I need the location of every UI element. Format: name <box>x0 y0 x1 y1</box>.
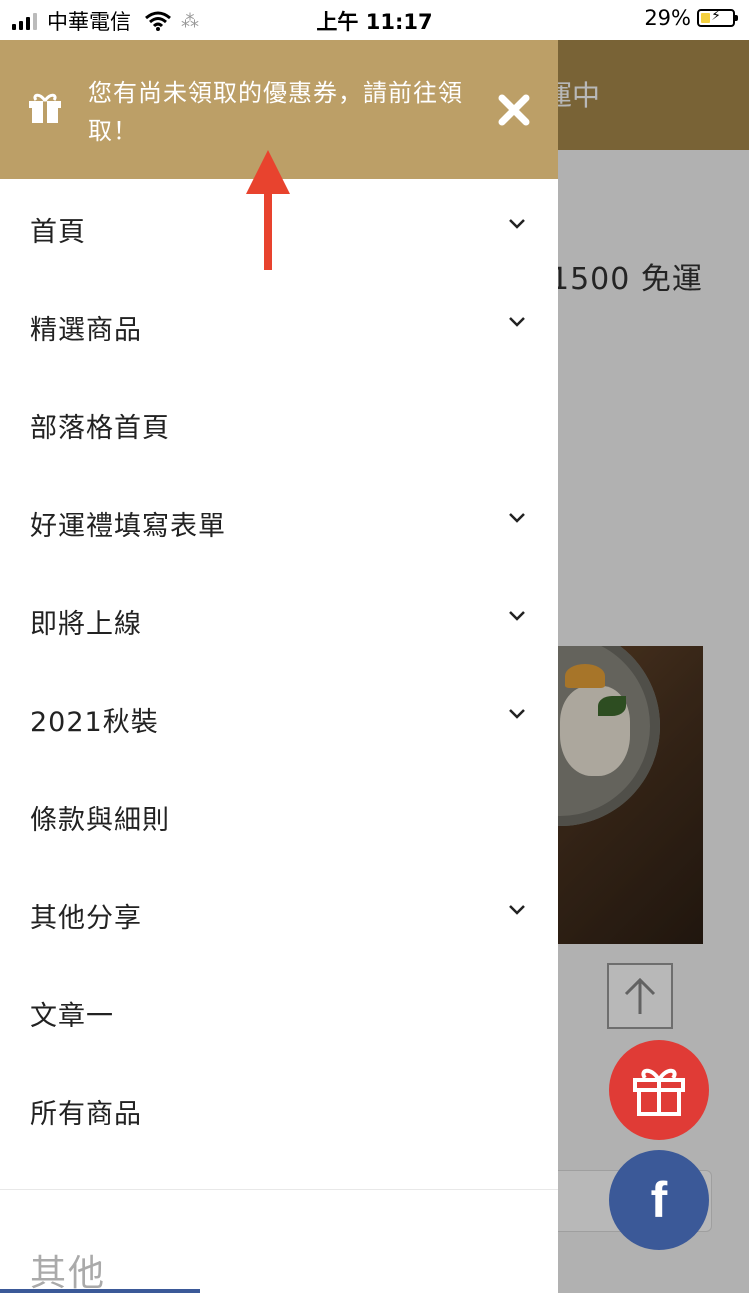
gift-icon <box>633 1068 685 1116</box>
menu-item-label: 2021秋裝 <box>30 707 159 738</box>
status-right: 29% ⚡ <box>644 6 738 30</box>
menu-item-label: 條款與細則 <box>30 805 170 836</box>
gift-icon <box>29 93 61 123</box>
facebook-icon: f <box>650 1172 668 1228</box>
menu-item-label: 好運禮填寫表單 <box>30 511 226 542</box>
facebook-fab-button[interactable]: f <box>609 1150 709 1250</box>
menu-item[interactable]: 部落格首頁 <box>0 375 558 473</box>
chevron-down-icon[interactable] <box>508 509 526 527</box>
menu-divider <box>0 1189 558 1190</box>
menu-item[interactable]: 條款與細則 <box>0 767 558 865</box>
menu-item[interactable]: 所有商品 <box>0 1061 558 1159</box>
status-time: 上午 11:17 <box>316 10 433 34</box>
menu-item-label: 其他分享 <box>30 903 142 934</box>
chevron-down-icon[interactable] <box>508 607 526 625</box>
menu-item-label: 文章一 <box>30 1001 114 1032</box>
menu-item-label: 即將上線 <box>30 609 142 640</box>
battery-icon: ⚡ <box>697 8 738 27</box>
menu-item-label: 所有商品 <box>30 1099 142 1130</box>
bottom-indicator <box>0 1289 200 1293</box>
chevron-down-icon[interactable] <box>508 705 526 723</box>
red-arrow-annotation <box>246 150 290 270</box>
menu-item-label: 精選商品 <box>30 315 142 346</box>
menu-item[interactable]: 即將上線 <box>0 571 558 669</box>
status-bar: 中華電信 ⁂ 上午 11:17 29% ⚡ <box>0 0 749 40</box>
nav-menu: 首頁精選商品部落格首頁好運禮填寫表單 即將上線 2021秋裝 條款與細則其他分享文章一… <box>0 179 558 1159</box>
menu-item[interactable]: 其他分享 <box>0 865 558 963</box>
close-icon[interactable] <box>497 93 531 127</box>
menu-item[interactable]: 文章一 <box>0 963 558 1061</box>
chevron-down-icon[interactable] <box>508 313 526 331</box>
chevron-down-icon[interactable] <box>508 901 526 919</box>
coupon-message: 您有尚未領取的優惠券，請前往領取！ <box>88 79 463 145</box>
menu-item[interactable]: 2021秋裝 <box>0 669 558 767</box>
menu-item[interactable]: 好運禮填寫表單 <box>0 473 558 571</box>
section-other-heading: 其他 <box>30 1253 107 1293</box>
menu-item[interactable]: 精選商品 <box>0 277 558 375</box>
menu-item-label: 部落格首頁 <box>30 413 170 444</box>
menu-item-label: 首頁 <box>30 217 86 248</box>
gift-fab-button[interactable] <box>609 1040 709 1140</box>
battery-percent: 29% <box>644 6 691 30</box>
chevron-down-icon[interactable] <box>508 215 526 233</box>
